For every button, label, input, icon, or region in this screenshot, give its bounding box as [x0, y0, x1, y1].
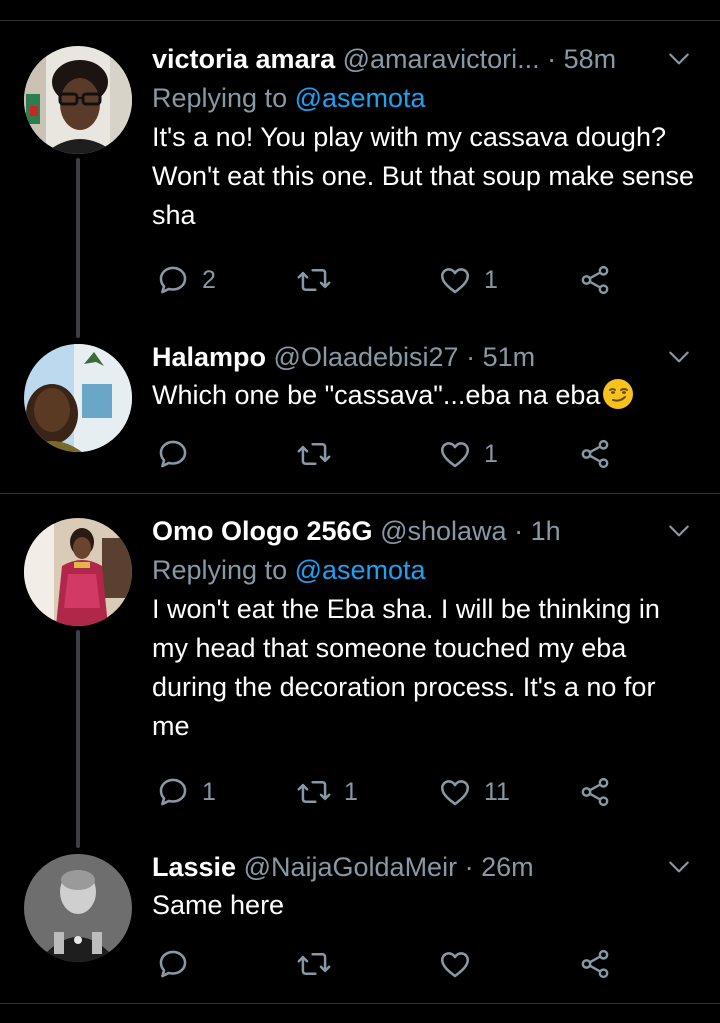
timestamp[interactable]: 26m: [481, 852, 534, 882]
share-icon: [581, 439, 609, 469]
mention-link[interactable]: @asemota: [295, 555, 426, 585]
retweet-button[interactable]: 1: [296, 772, 358, 812]
retweet-button[interactable]: [296, 260, 344, 300]
thread-line: [76, 630, 80, 848]
display-name[interactable]: Halampo: [152, 342, 266, 372]
retweet-icon: [297, 269, 331, 291]
retweet-count: 1: [344, 777, 358, 806]
tweet-header: Lassie @NaijaGoldaMeir · 26m: [152, 848, 702, 886]
timestamp[interactable]: 51m: [483, 342, 536, 372]
avatar[interactable]: [24, 46, 132, 154]
like-button[interactable]: 1: [438, 260, 498, 300]
reply-icon: [159, 778, 187, 806]
thread-line: [76, 158, 80, 338]
like-count: 1: [484, 265, 498, 294]
display-name[interactable]: Omo Ologo 256G: [152, 516, 373, 546]
user-handle[interactable]: @sholawa: [380, 516, 506, 546]
share-button[interactable]: [578, 944, 612, 984]
timestamp[interactable]: 1h: [531, 516, 561, 546]
reply-button[interactable]: 1: [156, 772, 216, 812]
replying-to: Replying to @asemota: [152, 78, 702, 118]
display-name[interactable]: Lassie: [152, 852, 236, 882]
like-button[interactable]: [438, 944, 484, 984]
tweet-header: victoria amara @amaravictori... · 58m: [152, 40, 702, 78]
share-icon: [581, 265, 609, 295]
replying-prefix: Replying to: [152, 555, 288, 585]
reply-button[interactable]: [156, 434, 202, 474]
chevron-down-icon[interactable]: [666, 518, 692, 544]
retweet-icon: [297, 781, 331, 803]
reply-icon: [159, 950, 187, 978]
reply-icon: [159, 440, 187, 468]
mention-link[interactable]: @asemota: [295, 83, 426, 113]
separator-dot: ·: [464, 852, 474, 882]
tweet-header: Halampo @Olaadebisi27 · 51m: [152, 338, 702, 376]
tweet-divider: [0, 493, 720, 494]
user-handle[interactable]: @NaijaGoldaMeir: [244, 852, 457, 882]
like-icon: [440, 442, 470, 468]
tweet-text: Same here: [152, 890, 285, 920]
avatar[interactable]: [24, 854, 132, 962]
like-button[interactable]: 1: [438, 434, 498, 474]
tweet-text-container: Which one be "cassava"...eba na eba: [152, 376, 697, 415]
retweet-icon: [297, 953, 331, 975]
chevron-down-icon[interactable]: [666, 344, 692, 370]
separator-dot: ·: [466, 342, 476, 372]
replying-prefix: Replying to: [152, 83, 288, 113]
reply-button[interactable]: [156, 944, 202, 984]
separator-dot: ·: [514, 516, 524, 546]
reply-count: 2: [202, 265, 216, 294]
share-button[interactable]: [578, 260, 612, 300]
like-icon: [440, 952, 470, 978]
like-icon: [440, 268, 470, 294]
share-button[interactable]: [578, 434, 612, 474]
reply-icon: [159, 266, 187, 294]
timestamp[interactable]: 58m: [564, 44, 617, 74]
bottom-divider: [0, 1003, 720, 1004]
tweet-text: It's a no! You play with my cassava doug…: [152, 122, 694, 230]
like-icon: [440, 780, 470, 806]
share-button[interactable]: [578, 772, 612, 812]
reply-count: 1: [202, 777, 216, 806]
user-handle[interactable]: @Olaadebisi27: [274, 342, 459, 372]
user-handle[interactable]: @amaravictori...: [343, 44, 540, 74]
chevron-down-icon[interactable]: [666, 854, 692, 880]
like-button[interactable]: 11: [438, 772, 510, 812]
retweet-button[interactable]: [296, 944, 344, 984]
avatar[interactable]: [24, 344, 132, 452]
display-name[interactable]: victoria amara: [152, 44, 335, 74]
like-count: 1: [484, 439, 498, 468]
tweet-text: Which one be "cassava"...eba na eba: [152, 380, 601, 410]
avatar[interactable]: [24, 518, 132, 626]
share-icon: [581, 949, 609, 979]
top-divider: [0, 20, 720, 21]
share-icon: [581, 777, 609, 807]
like-count: 11: [484, 777, 510, 806]
tweet-header: Omo Ologo 256G @sholawa · 1h: [152, 512, 702, 550]
reply-button[interactable]: 2: [156, 260, 216, 300]
replying-to: Replying to @asemota: [152, 550, 702, 590]
separator-dot: ·: [547, 44, 557, 74]
retweet-icon: [297, 443, 331, 465]
tweet-text: I won't eat the Eba sha. I will be think…: [152, 594, 660, 741]
chevron-down-icon[interactable]: [666, 46, 692, 72]
retweet-button[interactable]: [296, 434, 344, 474]
smirk-emoji-icon: [603, 379, 634, 409]
